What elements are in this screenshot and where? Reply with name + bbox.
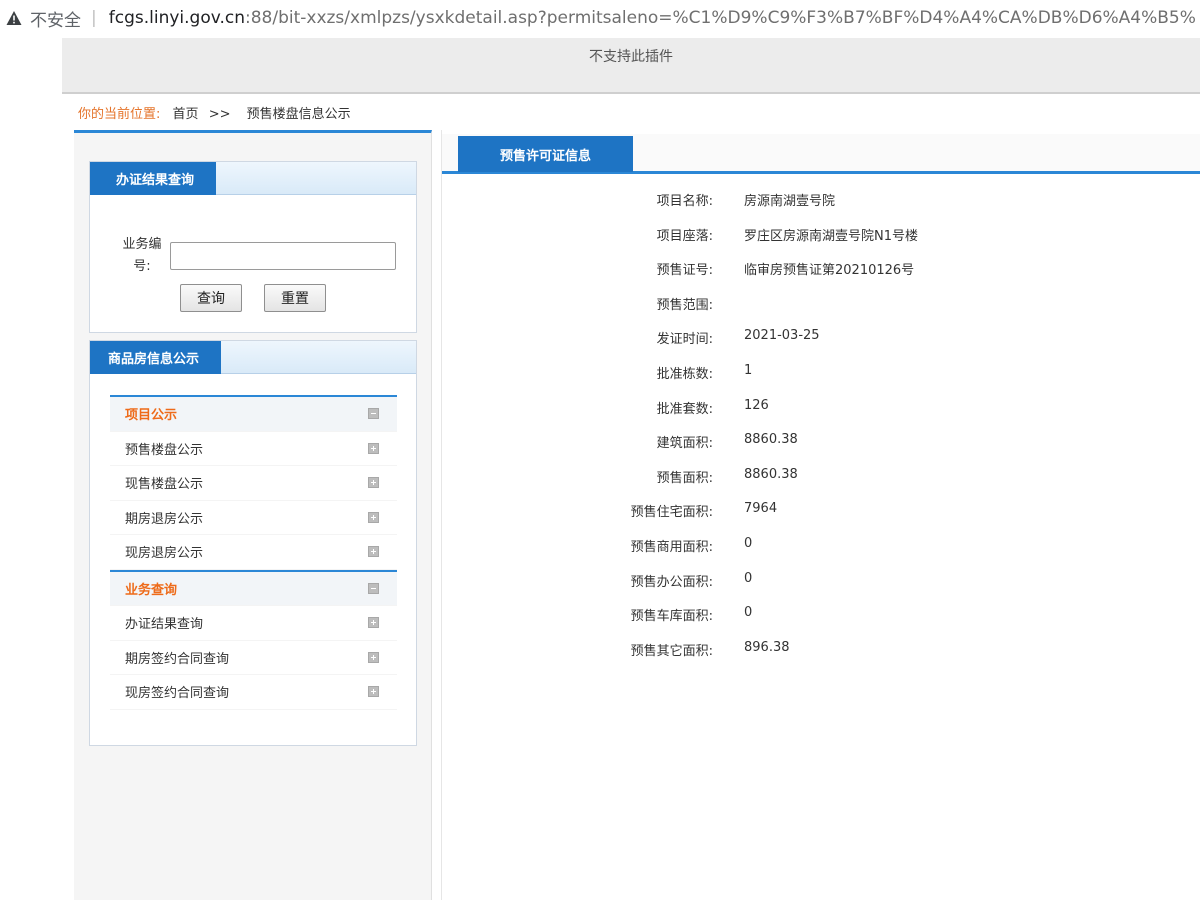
menu-group-label: 业务查询 bbox=[125, 582, 178, 598]
collapse-icon[interactable] bbox=[368, 582, 379, 594]
expand-icon[interactable] bbox=[368, 546, 379, 558]
info-value: 房源南湖壹号院 bbox=[744, 194, 836, 209]
menu-item-forward-contract-query[interactable]: 期房签约合同查询 bbox=[110, 640, 397, 675]
menu-group-project: 项目公示 预售楼盘公示 现售楼盘公示 期房退房公示 现房退房公示 bbox=[110, 395, 397, 570]
menu-item-spot-sale-listing[interactable]: 现售楼盘公示 bbox=[110, 466, 397, 501]
expand-icon[interactable] bbox=[368, 686, 379, 698]
info-label: 预售证号: bbox=[656, 263, 713, 279]
expand-icon[interactable] bbox=[368, 617, 379, 629]
breadcrumb-current: 预售楼盘信息公示 bbox=[246, 107, 351, 122]
info-label: 预售商用面积: bbox=[630, 540, 713, 555]
main-content: 预售许可证信息 项目名称: 房源南湖壹号院 项目座落: 罗庄区房源南湖壹号院N1… bbox=[441, 130, 1200, 900]
address-bar[interactable]: 不安全 | fcgs.linyi.gov.cn:88/bit-xxzs/xmlp… bbox=[0, 0, 1200, 36]
nav-menu: 项目公示 预售楼盘公示 现售楼盘公示 期房退房公示 现房退房公示 业务查询 办证… bbox=[110, 395, 397, 710]
security-status-label[interactable]: 不安全 bbox=[30, 6, 81, 31]
nav-panel: 商品房信息公示 项目公示 预售楼盘公示 现售楼盘公示 期房退房公示 现房退房公示… bbox=[89, 340, 417, 746]
query-button[interactable]: 查询 bbox=[180, 284, 242, 312]
info-row-office-area: 预售办公面积: 0 bbox=[442, 571, 1200, 591]
menu-item-label: 预售楼盘公示 bbox=[125, 442, 204, 458]
collapse-icon[interactable] bbox=[368, 408, 379, 420]
info-row-building-area: 建筑面积: 8860.38 bbox=[442, 432, 1200, 452]
menu-item-spot-return[interactable]: 现房退房公示 bbox=[110, 535, 397, 570]
menu-item-label: 期房签约合同查询 bbox=[125, 651, 230, 667]
info-label: 建筑面积: bbox=[656, 436, 713, 452]
main-header: 预售许可证信息 bbox=[442, 134, 1200, 174]
info-row-building-count: 批准栋数: 1 bbox=[442, 363, 1200, 383]
address-separator: | bbox=[91, 8, 97, 28]
info-row-permit-number: 预售证号: 临审房预售证第20210126号 bbox=[442, 259, 1200, 279]
info-row-garage-area: 预售车库面积: 0 bbox=[442, 605, 1200, 625]
breadcrumb-arrow: >> bbox=[208, 107, 231, 122]
info-value: 罗庄区房源南湖壹号院N1号楼 bbox=[744, 228, 918, 244]
info-label: 批准套数: bbox=[656, 401, 713, 417]
info-value: 2021-03-25 bbox=[744, 328, 820, 344]
menu-item-label: 现房退房公示 bbox=[125, 546, 204, 562]
info-row-presale-area: 预售面积: 8860.38 bbox=[442, 467, 1200, 487]
info-value: 0 bbox=[744, 605, 753, 621]
breadcrumb: 你的当前位置: 首页 >> 预售楼盘信息公示 bbox=[78, 103, 351, 122]
info-label: 项目名称: bbox=[656, 194, 713, 209]
tab-presale-permit-info[interactable]: 预售许可证信息 bbox=[458, 136, 633, 172]
menu-group-header-business[interactable]: 业务查询 bbox=[110, 571, 397, 606]
info-row-presale-scope: 预售范围: bbox=[442, 294, 1200, 314]
info-row-project-location: 项目座落: 罗庄区房源南湖壹号院N1号楼 bbox=[442, 225, 1200, 245]
url-path[interactable]: :88/bit-xxzs/xmlpzs/ysxkdetail.asp?permi… bbox=[245, 8, 1196, 28]
plugin-notice-text: 不支持此插件 bbox=[589, 49, 673, 65]
expand-icon[interactable] bbox=[368, 477, 379, 489]
info-label: 预售其它面积: bbox=[630, 643, 713, 659]
menu-item-spot-contract-query[interactable]: 现房签约合同查询 bbox=[110, 675, 397, 710]
info-row-project-name: 项目名称: 房源南湖壹号院 bbox=[442, 190, 1200, 210]
query-panel: 办证结果查询 业务编号: 查询 重置 bbox=[89, 161, 417, 333]
query-panel-title: 办证结果查询 bbox=[90, 162, 217, 195]
nav-panel-header: 商品房信息公示 bbox=[90, 341, 416, 374]
plugin-unsupported-notice: 不支持此插件 bbox=[62, 38, 1200, 94]
page-left-margin bbox=[0, 36, 62, 900]
info-label: 预售面积: bbox=[656, 470, 713, 486]
expand-icon[interactable] bbox=[368, 442, 379, 454]
menu-group-label: 项目公示 bbox=[125, 408, 178, 424]
info-label: 批准栋数: bbox=[656, 367, 713, 382]
menu-item-label: 期房退房公示 bbox=[125, 511, 204, 527]
info-value: 126 bbox=[744, 397, 769, 413]
info-label: 预售车库面积: bbox=[630, 609, 713, 625]
nav-panel-title: 商品房信息公示 bbox=[90, 341, 222, 374]
info-value: 8860.38 bbox=[744, 466, 798, 482]
left-sidebar: 办证结果查询 业务编号: 查询 重置 商品房信息公示 项目公示 预售楼盘公示 现… bbox=[74, 130, 432, 900]
business-number-label: 业务编号: bbox=[122, 237, 162, 274]
url-host[interactable]: fcgs.linyi.gov.cn bbox=[109, 8, 245, 28]
info-value: 896.38 bbox=[744, 639, 790, 655]
expand-icon[interactable] bbox=[368, 651, 379, 663]
breadcrumb-location-label: 你的当前位置: bbox=[78, 107, 161, 122]
info-label: 预售住宅面积: bbox=[630, 505, 713, 521]
reset-button[interactable]: 重置 bbox=[264, 284, 326, 312]
menu-item-label: 现售楼盘公示 bbox=[125, 477, 204, 493]
info-row-commercial-area: 预售商用面积: 0 bbox=[442, 536, 1200, 556]
menu-item-label: 办证结果查询 bbox=[125, 617, 204, 633]
info-row-issue-date: 发证时间: 2021-03-25 bbox=[442, 328, 1200, 348]
info-value: 0 bbox=[744, 536, 753, 551]
info-row-other-area: 预售其它面积: 896.38 bbox=[442, 640, 1200, 660]
business-number-input[interactable] bbox=[170, 242, 396, 270]
info-value: 0 bbox=[744, 570, 753, 586]
menu-group-business: 业务查询 办证结果查询 期房签约合同查询 现房签约合同查询 bbox=[110, 569, 397, 710]
query-panel-header: 办证结果查询 bbox=[90, 162, 416, 195]
info-value: 临审房预售证第20210126号 bbox=[744, 263, 915, 279]
info-row-residential-area: 预售住宅面积: 7964 bbox=[442, 501, 1200, 521]
menu-group-header-project[interactable]: 项目公示 bbox=[110, 397, 397, 432]
info-row-unit-count: 批准套数: 126 bbox=[442, 398, 1200, 418]
menu-item-label: 现房签约合同查询 bbox=[125, 686, 230, 702]
breadcrumb-home-link[interactable]: 首页 bbox=[173, 107, 199, 122]
info-value: 7964 bbox=[744, 501, 778, 517]
warning-icon[interactable] bbox=[6, 10, 22, 26]
info-value: 1 bbox=[744, 363, 753, 378]
menu-item-presale-listing[interactable]: 预售楼盘公示 bbox=[110, 431, 397, 466]
info-value: 8860.38 bbox=[744, 432, 798, 448]
expand-icon[interactable] bbox=[368, 511, 379, 523]
info-label: 项目座落: bbox=[656, 228, 713, 244]
info-label: 发证时间: bbox=[656, 332, 713, 348]
info-label: 预售范围: bbox=[656, 297, 713, 313]
menu-item-certificate-query[interactable]: 办证结果查询 bbox=[110, 606, 397, 641]
menu-item-forward-return[interactable]: 期房退房公示 bbox=[110, 500, 397, 535]
info-label: 预售办公面积: bbox=[630, 574, 713, 590]
